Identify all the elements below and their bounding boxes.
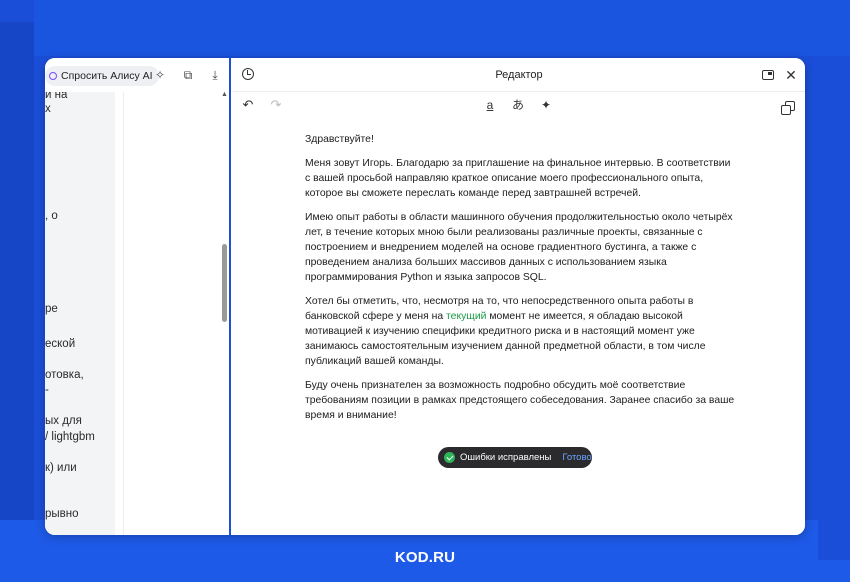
browser-window: Спросить Алису AI ✧ ⧉ ⤓ й на х , о ре ес… — [45, 58, 805, 535]
scrollbar-thumb[interactable] — [222, 244, 227, 322]
background-top — [34, 0, 850, 56]
ask-alice-label: Спросить Алису AI — [61, 70, 153, 82]
editor-document[interactable]: Здравствуйте! Меня зовут Игорь. Благодар… — [305, 132, 737, 432]
text-fragment: ых для — [45, 415, 82, 427]
check-icon — [444, 452, 455, 463]
text-fragment: / lightgbm — [45, 431, 95, 443]
paragraph: Меня зовут Игорь. Благодарю за приглашен… — [305, 158, 731, 199]
alice-icon — [49, 72, 57, 80]
translate-icon[interactable]: あ — [511, 98, 525, 112]
bookmarks-icon[interactable]: ⧉ — [181, 68, 195, 82]
spellcheck-icon[interactable]: a — [483, 98, 497, 112]
copy-icon[interactable] — [781, 101, 795, 115]
editor-header: Редактор ✕ — [233, 58, 805, 92]
paragraph: Буду очень признателен за возможность по… — [305, 380, 735, 421]
text-fragment: рывно — [45, 508, 79, 520]
text-fragment: , о — [45, 210, 58, 222]
ai-sparkle-icon[interactable]: ✦ — [539, 98, 553, 112]
text-fragment: - — [45, 384, 49, 396]
undo-icon[interactable]: ↶ — [241, 98, 255, 112]
paragraph: Имею опыт работы в области машинного обу… — [305, 212, 733, 283]
side-panel-toolbar: Спросить Алису AI ✧ ⧉ ⤓ — [45, 58, 231, 92]
corrected-word[interactable]: текущий — [446, 311, 486, 322]
brand-logo: KOD.RU — [394, 549, 456, 566]
browser-side-panel: Спросить Алису AI ✧ ⧉ ⤓ й на х , о ре ес… — [45, 58, 231, 535]
close-icon[interactable]: ✕ — [784, 68, 798, 82]
text-fragment: отовка, — [45, 369, 84, 381]
toast-done-button[interactable]: Готово — [562, 452, 591, 463]
extension-icon[interactable]: ✧ — [153, 68, 167, 82]
page-blank-column — [123, 92, 221, 535]
download-icon[interactable]: ⤓ — [208, 68, 222, 82]
toast-message: Ошибки исправлены — [460, 452, 552, 463]
greeting: Здравствуйте! — [305, 134, 374, 145]
corrections-toast: Ошибки исправлены Готово — [438, 447, 592, 468]
scroll-up-arrow-icon[interactable]: ▲ — [221, 91, 228, 98]
page-text-column: й на х , о ре еской отовка, - ых для / l… — [45, 92, 115, 535]
text-fragment: х — [45, 103, 51, 115]
editor-title: Редактор — [495, 69, 543, 81]
editor-panel: Редактор ✕ ↶ ↷ a あ ✦ Здравствуйте! Меня … — [233, 58, 805, 535]
text-fragment: ре — [45, 303, 58, 315]
paragraph: Хотел бы отметить, что, несмотря на то, … — [305, 294, 737, 369]
picture-in-picture-icon[interactable] — [762, 70, 774, 80]
background-left — [0, 22, 34, 522]
text-fragment: к) или — [45, 462, 77, 474]
ask-alice-button[interactable]: Спросить Алису AI — [45, 66, 159, 86]
text-fragment: еской — [45, 338, 76, 350]
redo-icon[interactable]: ↷ — [269, 98, 283, 112]
